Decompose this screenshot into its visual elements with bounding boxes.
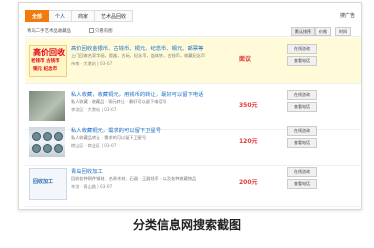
tab-personal[interactable]: 个人	[49, 10, 73, 22]
listing-desc: 回收各种铜件钢材、名贵木材、石器 · 王器钱币 · 以及各种收藏物品	[71, 176, 197, 181]
listing-meta: 李沧区 · 大港站 | 03-07	[71, 107, 117, 112]
listing-item[interactable]: 高价回收 老钱币 古钱币 铜元 纪念币 高价回收金银币、古钱币、铜元、纪念币、钢…	[25, 38, 361, 84]
listing-thumbnail[interactable]	[29, 91, 65, 121]
listing-title[interactable]: 私人收藏铜元，需求的可以留下卫星号	[71, 126, 161, 134]
listing-price: 200元	[239, 179, 258, 186]
coin-image	[32, 144, 41, 153]
filter-label: 青岛二手艺术品收藏品	[27, 29, 71, 34]
coin-image	[54, 132, 63, 141]
with-image-checkbox[interactable]: 只看有图	[89, 28, 113, 34]
listing-item[interactable]: 私人收藏铜元，需求的可以留下卫星号 私人收藏品转让 · 需求的可以留下卫星号 崂…	[25, 120, 361, 166]
listing-meta: 市南 · 大港站 | 03-07	[71, 61, 113, 66]
filter-bar: 青岛二手艺术品收藏品 只看有图 默认排序 价格 时间	[25, 26, 361, 37]
coin-image	[43, 144, 52, 153]
listing-title[interactable]: 青岛回收加工	[71, 167, 103, 175]
coin-image	[32, 132, 41, 141]
listing-thumbnail[interactable]: 回收加工	[29, 168, 67, 200]
phone-button[interactable]: 查看电话	[287, 179, 317, 189]
listing-price: 面议	[239, 56, 252, 63]
listing-title[interactable]: 高价回收金银币、古钱币、铜元、纪念币、钢元、邮票等	[71, 44, 203, 52]
chat-button[interactable]: 在线咨询	[287, 126, 317, 136]
coin-image	[43, 132, 52, 141]
listing-meta: 崂山区 · 商业区 | 03-07	[71, 143, 117, 148]
sort-price-button[interactable]: 价格	[315, 27, 331, 36]
tab-merchant[interactable]: 商家	[72, 10, 96, 22]
listing-title[interactable]: 私人收藏，收藏铜元，用钱币的转让，最好可以留下电话	[71, 90, 203, 98]
thumb-text: 老钱币 古钱币	[31, 59, 60, 64]
chat-button[interactable]: 在线咨询	[287, 44, 317, 54]
thumb-text: 高价回收	[33, 48, 65, 57]
ad-search-link[interactable]: 搜广告	[340, 12, 355, 19]
phone-button[interactable]: 查看电话	[287, 102, 317, 112]
thumb-text: 铜元 纪念币	[33, 67, 58, 72]
screenshot-frame: 全部 个人 商家 艺术品回收 搜广告 青岛二手艺术品收藏品 只看有图 默认排序 …	[18, 2, 362, 210]
phone-button[interactable]: 查看电话	[287, 138, 317, 148]
listing-thumbnail[interactable]	[29, 127, 65, 157]
chat-button[interactable]: 在线咨询	[287, 167, 317, 177]
category-tabs: 全部 个人 商家 艺术品回收	[25, 10, 134, 22]
thumb-text: 回收加工	[33, 179, 54, 185]
figure-caption: 分类信息网搜索截图	[132, 218, 241, 232]
listing-thumbnail[interactable]: 高价回收 老钱币 古钱币 铜元 纪念币	[29, 45, 67, 77]
tab-all[interactable]: 全部	[25, 10, 50, 22]
listing-desc: 上门回收名家字画，瓷器，古玩，纪念币，连体钞，古钱币，收藏纪念币	[71, 53, 206, 58]
sort-default-button[interactable]: 默认排序	[291, 27, 315, 36]
sort-time-button[interactable]: 时间	[335, 27, 351, 36]
listing-desc: 私人收藏品转让 · 需求的可以留下卫星号	[71, 135, 147, 140]
listing-desc: 私人收藏 · 收藏品 · 铜元转让 · 最好可以留下电话号	[71, 99, 167, 104]
listing-item[interactable]: 回收加工 青岛回收加工 回收各种铜件钢材、名贵木材、石器 · 王器钱币 · 以及…	[25, 161, 361, 207]
listing-price: 120元	[239, 138, 258, 145]
listing-price: 350元	[239, 102, 258, 109]
chat-button[interactable]: 在线咨询	[287, 90, 317, 100]
tab-art-recycle[interactable]: 艺术品回收	[95, 10, 134, 22]
coin-image	[54, 144, 63, 153]
phone-button[interactable]: 查看电话	[287, 56, 317, 66]
listing-meta: 李沧 · 青山路 | 03-07	[71, 184, 113, 189]
